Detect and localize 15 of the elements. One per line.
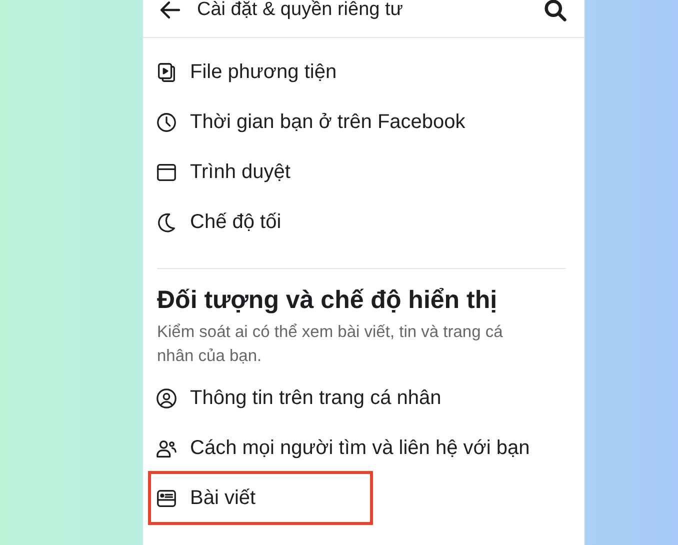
moon-icon (155, 210, 178, 234)
clock-icon (155, 110, 178, 134)
person-circle-icon (155, 386, 178, 410)
settings-item[interactable]: Trình duyệt (148, 147, 306, 197)
settings-item[interactable]: Cách mọi người tìm và liên hệ với bạn (148, 423, 545, 473)
search-icon[interactable] (542, 0, 568, 23)
section-description: Kiểm soát ai có thể xem bài viết, tin và trang cá nhân của bạn. (157, 322, 504, 367)
settings-item[interactable]: Bài viết (148, 471, 373, 525)
settings-item[interactable]: File phương tiện (148, 47, 352, 97)
settings-item[interactable]: Thông tin trên trang cá nhân (148, 373, 456, 423)
page-title: Cài đặt & quyền riêng tư (197, 0, 404, 21)
section-heading: Đối tượng và chế độ hiển thị (157, 285, 498, 316)
media-icon (155, 60, 178, 84)
settings-item[interactable]: Thời gian bạn ở trên Facebook (148, 97, 480, 147)
settings-item[interactable]: Chế độ tối (148, 197, 296, 247)
